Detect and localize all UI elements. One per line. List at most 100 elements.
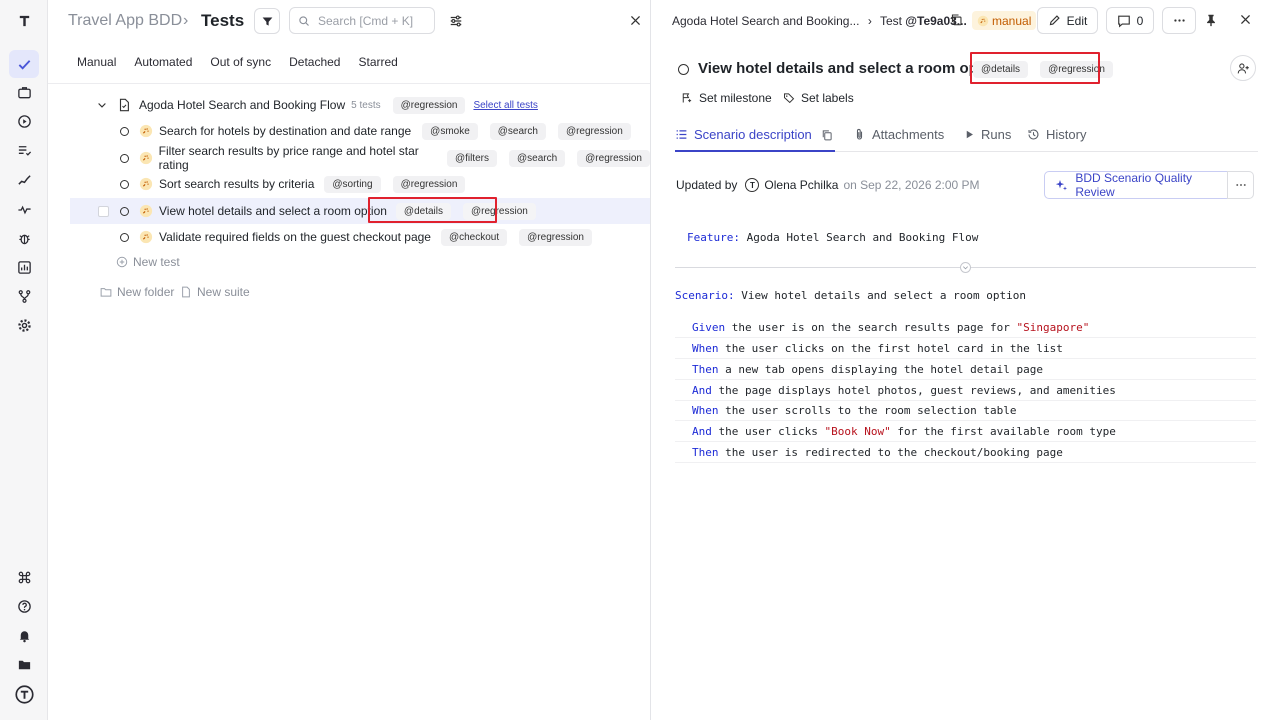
- logo-icon[interactable]: [9, 6, 39, 34]
- breadcrumb-suite[interactable]: Agoda Hotel Search and Booking...: [672, 14, 859, 28]
- status-circle-icon[interactable]: [678, 64, 689, 75]
- edit-button[interactable]: Edit: [1037, 7, 1098, 34]
- assign-user-button[interactable]: [1230, 55, 1256, 81]
- tab-attachments[interactable]: Attachments: [853, 127, 944, 142]
- test-row[interactable]: Validate required fields on the guest ch…: [70, 224, 650, 250]
- bdd-quality-review-button[interactable]: BDD Scenario Quality Review: [1044, 171, 1228, 199]
- review-more-button[interactable]: [1227, 171, 1254, 199]
- test-title[interactable]: Sort search results by criteria: [159, 177, 314, 191]
- manual-test-icon: [139, 204, 153, 218]
- help-icon[interactable]: [9, 592, 39, 620]
- tests-check-icon[interactable]: [9, 50, 39, 78]
- new-test-row[interactable]: New test: [70, 249, 650, 275]
- new-suite-button[interactable]: New suite: [180, 285, 250, 299]
- sliders-icon: [450, 15, 462, 27]
- highlight-box: [368, 197, 497, 223]
- close-left-button[interactable]: [623, 8, 647, 32]
- tab-automated[interactable]: Automated: [125, 50, 201, 76]
- test-tag: @checkout: [440, 228, 508, 246]
- test-title-heading[interactable]: View hotel details and select a room opt…: [698, 60, 1005, 77]
- step-string: "Book Now": [824, 425, 891, 438]
- tab-scenario-description[interactable]: Scenario description: [675, 127, 833, 142]
- active-tab-indicator: [675, 150, 835, 152]
- updated-date: on Sep 22, 2026 2:00 PM: [843, 178, 980, 192]
- suite-name[interactable]: Agoda Hotel Search and Booking Flow: [139, 98, 345, 112]
- page-title: Tests: [201, 11, 245, 30]
- test-row[interactable]: Search for hotels by destination and dat…: [70, 118, 650, 144]
- manual-test-icon: [139, 177, 153, 191]
- pin-icon[interactable]: [1204, 13, 1218, 30]
- folder-plus-icon: [100, 288, 112, 297]
- new-test-label[interactable]: New test: [133, 255, 180, 269]
- status-circle-icon[interactable]: [120, 153, 129, 163]
- settings-gear-icon[interactable]: [9, 311, 39, 339]
- command-icon[interactable]: [9, 563, 39, 591]
- status-circle-icon[interactable]: [120, 179, 129, 189]
- project-breadcrumb[interactable]: Travel App BDD: [68, 12, 182, 30]
- test-row[interactable]: Sort search results by criteria @sorting…: [70, 171, 650, 197]
- chevron-down-icon[interactable]: [96, 99, 108, 111]
- new-folder-button[interactable]: New folder: [100, 285, 174, 299]
- manual-test-icon: [139, 230, 153, 244]
- report-chart-icon[interactable]: [9, 253, 39, 281]
- manual-label: manual: [992, 13, 1032, 28]
- status-circle-icon[interactable]: [120, 206, 129, 216]
- set-milestone-button[interactable]: Set milestone: [681, 91, 772, 105]
- step-text: a new tab opens displaying the hotel det…: [725, 363, 1044, 376]
- branch-icon[interactable]: [9, 282, 39, 310]
- tab-runs[interactable]: Runs: [964, 127, 1011, 142]
- test-title[interactable]: Search for hotels by destination and dat…: [159, 124, 411, 138]
- play-circle-icon[interactable]: [9, 107, 39, 135]
- test-row[interactable]: Filter search results by price range and…: [70, 144, 650, 172]
- test-detail-panel: Agoda Hotel Search and Booking... › Test…: [651, 0, 1280, 720]
- select-all-tests-link[interactable]: Select all tests: [473, 100, 537, 111]
- tab-history[interactable]: History: [1027, 127, 1086, 142]
- step-line: Given the user is on the search results …: [675, 318, 1256, 338]
- copy-icon[interactable]: [821, 129, 833, 141]
- test-row-selected[interactable]: View hotel details and select a room opt…: [70, 198, 650, 224]
- test-title[interactable]: Validate required fields on the guest ch…: [159, 230, 431, 244]
- tab-detached[interactable]: Detached: [280, 50, 349, 76]
- play-icon: [966, 130, 973, 139]
- set-labels-button[interactable]: Set labels: [783, 91, 854, 105]
- folders-icon[interactable]: [9, 650, 39, 678]
- more-options-button[interactable]: [1162, 7, 1196, 34]
- breadcrumb-separator: ›: [867, 14, 872, 28]
- bell-icon[interactable]: [9, 621, 39, 649]
- status-circle-icon[interactable]: [120, 126, 129, 136]
- author-name[interactable]: Olena Pchilka: [764, 178, 838, 192]
- tab-out-of-sync[interactable]: Out of sync: [201, 50, 280, 76]
- comments-button[interactable]: 0: [1106, 7, 1154, 34]
- view-settings-button[interactable]: [446, 11, 466, 31]
- suite-row[interactable]: Agoda Hotel Search and Booking Flow 5 te…: [96, 92, 676, 118]
- icon-rail: [0, 0, 48, 720]
- steps-icon[interactable]: [9, 165, 39, 193]
- account-logo-icon[interactable]: [9, 680, 39, 708]
- row-checkbox[interactable]: [98, 205, 109, 217]
- search-input[interactable]: [318, 13, 428, 28]
- step-line: When the user scrolls to the room select…: [675, 401, 1256, 421]
- tab-manual[interactable]: Manual: [68, 50, 125, 76]
- add-user-icon: [1237, 62, 1249, 73]
- status-circle-icon[interactable]: [120, 232, 129, 242]
- step-line: Then a new tab opens displaying the hote…: [675, 360, 1256, 380]
- checklist-icon[interactable]: [9, 136, 39, 164]
- tab-label: Runs: [981, 127, 1012, 142]
- feature-name: Agoda Hotel Search and Booking Flow: [746, 231, 979, 244]
- search-box[interactable]: [289, 7, 435, 34]
- test-title[interactable]: Filter search results by price range and…: [159, 144, 438, 172]
- author-avatar: T: [745, 178, 760, 192]
- test-title[interactable]: View hotel details and select a room opt…: [159, 204, 387, 218]
- ellipsis-icon: [1173, 19, 1185, 22]
- pulse-icon[interactable]: [9, 195, 39, 223]
- filter-button[interactable]: [254, 8, 280, 34]
- collapse-toggle[interactable]: [960, 262, 971, 273]
- step-line: And the page displays hotel photos, gues…: [675, 381, 1256, 401]
- tab-starred[interactable]: Starred: [349, 50, 406, 76]
- close-panel-icon[interactable]: [1239, 13, 1252, 29]
- manual-badge: manual: [972, 11, 1037, 30]
- bug-icon[interactable]: [9, 224, 39, 252]
- copy-icon[interactable]: [950, 13, 963, 29]
- new-suite-label: New suite: [197, 285, 250, 299]
- briefcase-icon[interactable]: [9, 78, 39, 106]
